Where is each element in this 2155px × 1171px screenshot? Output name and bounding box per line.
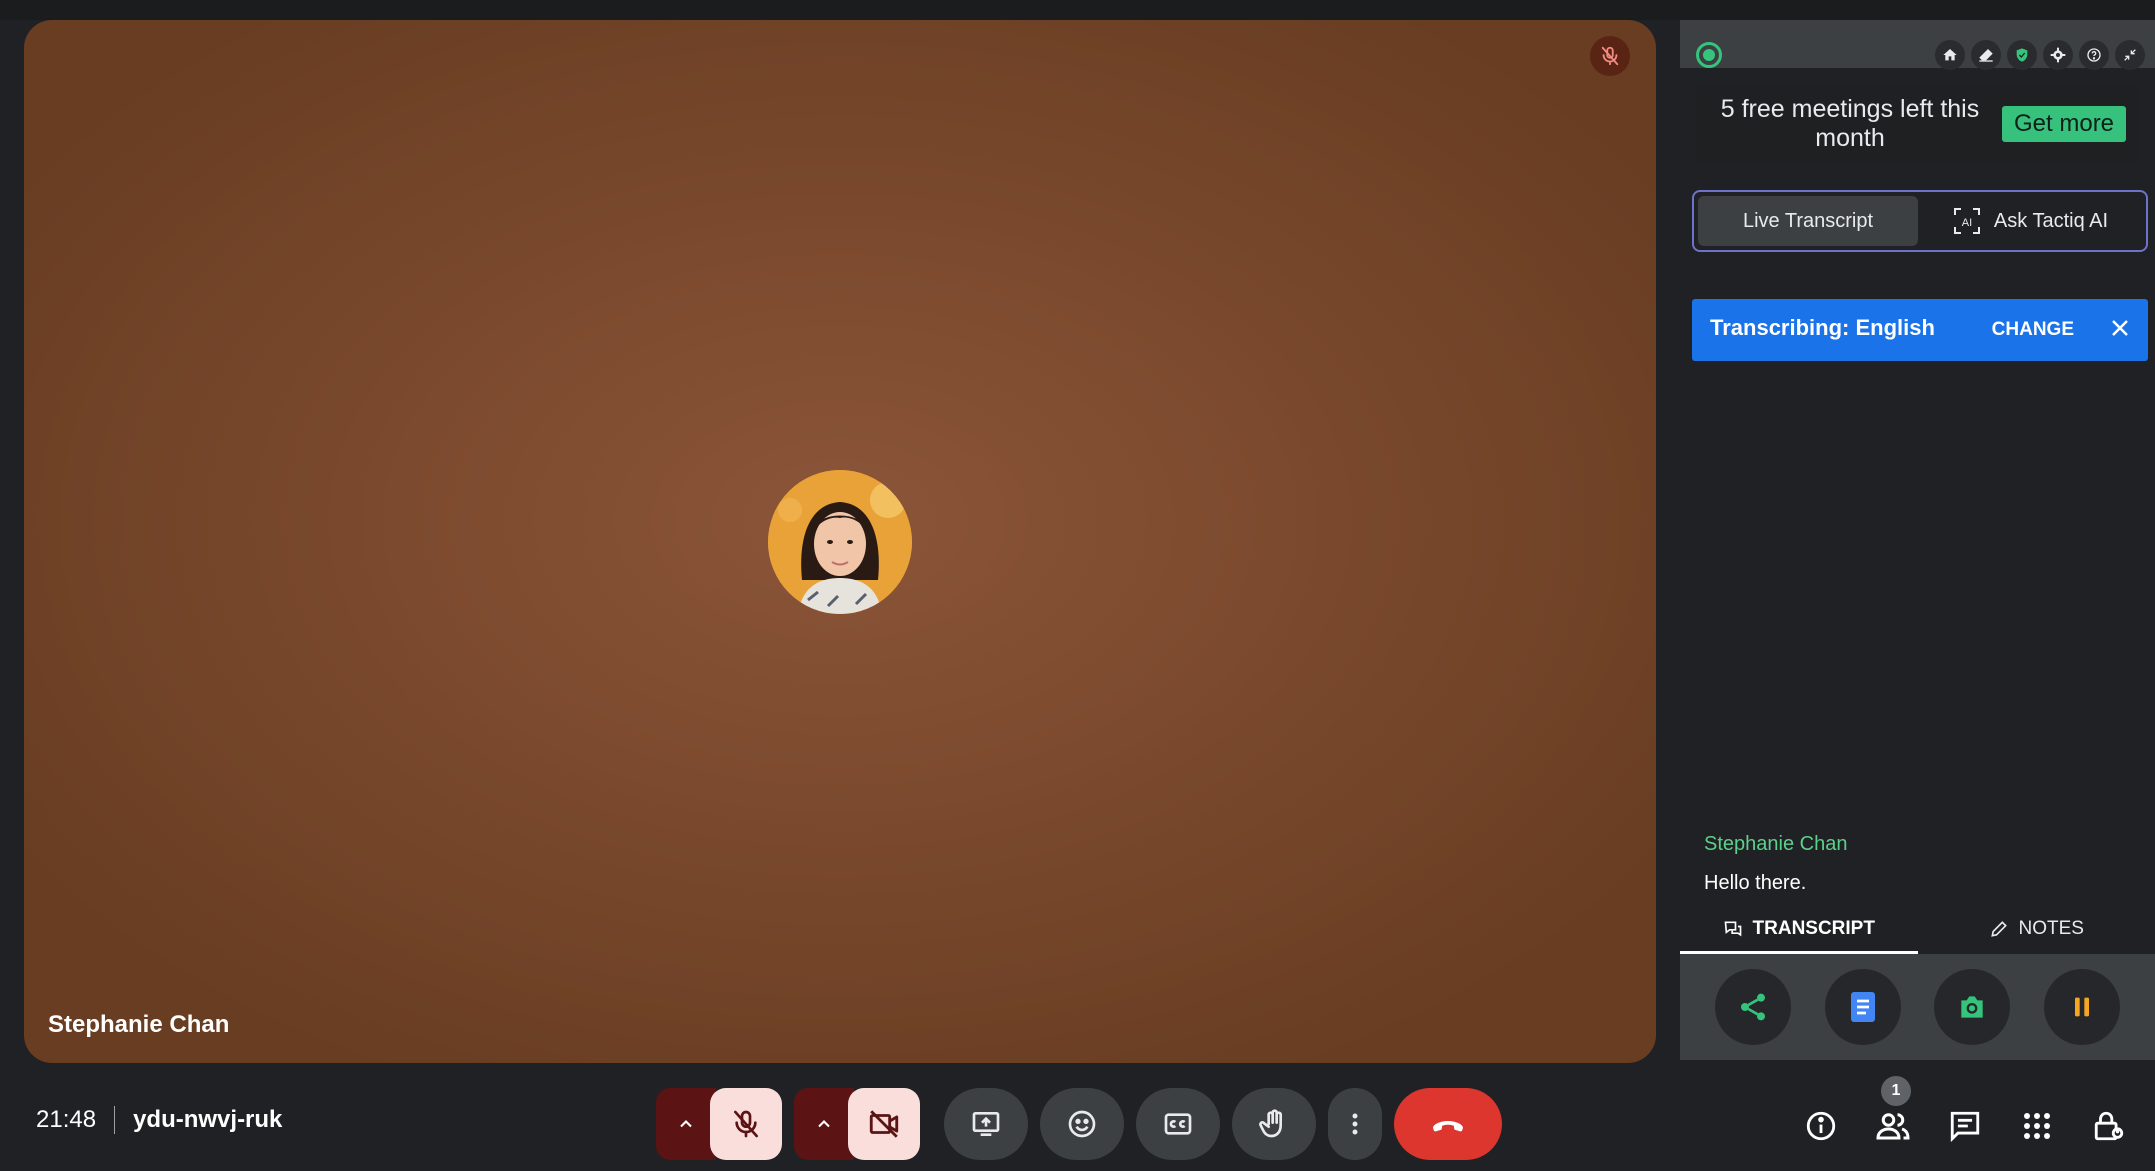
- more-vert-icon: [1352, 1113, 1358, 1135]
- more-options-button[interactable]: [1328, 1088, 1382, 1160]
- mode-switch: Live Transcript AI Ask Tactiq AI: [1692, 190, 2148, 252]
- pencil-icon: [1990, 921, 2007, 937]
- captions-icon: [1164, 1113, 1192, 1135]
- video-options-button[interactable]: [794, 1088, 854, 1160]
- reactions-button[interactable]: [1040, 1088, 1124, 1160]
- host-controls-button[interactable]: [2081, 1098, 2137, 1154]
- camera-control-group: [794, 1088, 920, 1160]
- divider: [114, 1106, 116, 1134]
- camera-toggle-button[interactable]: [848, 1088, 920, 1160]
- screenshot-button[interactable]: [1934, 969, 2011, 1045]
- apps-icon: [2024, 1113, 2050, 1139]
- tab-notes-label: NOTES: [2018, 918, 2084, 939]
- meeting-details-button[interactable]: [1793, 1098, 1849, 1154]
- meeting-code: ydu-nwvj-ruk: [133, 1106, 283, 1133]
- mic-off-icon: [734, 1110, 758, 1138]
- captions-button[interactable]: [1136, 1088, 1220, 1160]
- get-more-button[interactable]: Get more: [2002, 106, 2127, 142]
- camera-off-icon: [869, 1110, 899, 1138]
- transcribing-language-label: Transcribing: English: [1710, 315, 1935, 340]
- share-button[interactable]: [1714, 969, 1791, 1045]
- raise-hand-button[interactable]: [1232, 1088, 1316, 1160]
- raise-hand-icon: [1259, 1109, 1282, 1138]
- chat-icon: [1950, 1111, 1980, 1143]
- audio-options-button[interactable]: [656, 1088, 716, 1160]
- svg-text:AI: AI: [1962, 217, 1972, 229]
- close-banner-icon[interactable]: [2110, 318, 2130, 343]
- chevron-up-icon: [680, 1120, 692, 1128]
- people-icon: [1876, 1113, 1910, 1140]
- promo-text: 5 free meetings left this month: [1720, 95, 1980, 152]
- present-button[interactable]: [944, 1088, 1028, 1160]
- chat-button[interactable]: [1937, 1098, 1993, 1154]
- people-button[interactable]: 1: [1865, 1076, 1921, 1154]
- ai-scan-icon: AI: [1953, 208, 1980, 234]
- shield-icon[interactable]: [2007, 40, 2037, 70]
- participant-avatar: [768, 470, 912, 614]
- lock-person-icon: [2094, 1111, 2124, 1141]
- pause-button[interactable]: [2044, 969, 2121, 1045]
- gear-icon[interactable]: [2043, 40, 2073, 70]
- doc-icon: [1850, 992, 1875, 1022]
- tab-ask-tactiq-ai[interactable]: AI Ask Tactiq AI: [1918, 206, 2142, 236]
- call-controls: [656, 1088, 1502, 1160]
- tactiq-panel: 5 free meetings left this month Get more…: [1680, 20, 2155, 1060]
- tab-notes[interactable]: NOTES: [1918, 904, 2155, 954]
- ask-tactiq-label: Ask Tactiq AI: [1993, 209, 2109, 232]
- end-call-icon: [1433, 1121, 1463, 1132]
- emoji-icon: [1068, 1110, 1096, 1138]
- pause-icon: [2075, 997, 2090, 1017]
- google-doc-button[interactable]: [1824, 969, 1901, 1045]
- clock-time: 21:48: [36, 1106, 97, 1133]
- participant-tile[interactable]: Stephanie Chan: [24, 20, 1656, 1063]
- meeting-side-actions: 1: [1777, 1076, 2137, 1154]
- tile-mic-off-icon: [1590, 36, 1630, 76]
- change-language-button[interactable]: CHANGE: [1992, 319, 2074, 341]
- eraser-icon[interactable]: [1971, 40, 2001, 70]
- transcript-text: Hello there.: [1704, 872, 1807, 894]
- participant-name-label: Stephanie Chan: [48, 1011, 230, 1038]
- tab-live-transcript[interactable]: Live Transcript: [1698, 196, 1918, 246]
- tab-transcript-label: TRANSCRIPT: [1752, 918, 1875, 939]
- tab-transcript[interactable]: TRANSCRIPT: [1680, 904, 1918, 954]
- people-count-badge: 1: [1881, 1076, 1911, 1106]
- transcript-speaker: Stephanie Chan: [1704, 833, 1848, 855]
- camera-icon: [1961, 996, 1984, 1018]
- transcribing-banner: Transcribing: English CHANGE: [1692, 299, 2148, 361]
- meeting-info: 21:48 ydu-nwvj-ruk: [36, 1106, 282, 1134]
- info-icon: [1806, 1111, 1836, 1141]
- panel-toolbar: [1929, 40, 2145, 70]
- home-icon[interactable]: [1935, 40, 1965, 70]
- meet-app: Stephanie Chan 5 free meetings left this…: [0, 0, 2155, 1171]
- mic-toggle-button[interactable]: [710, 1088, 782, 1160]
- leave-call-button[interactable]: [1394, 1088, 1502, 1160]
- recording-indicator-icon: [1696, 42, 1722, 68]
- panel-header: [1680, 20, 2155, 70]
- activities-button[interactable]: [2009, 1098, 2065, 1154]
- chevron-up-icon: [818, 1120, 830, 1128]
- panel-bottom-tabs: TRANSCRIPT NOTES: [1680, 904, 2155, 954]
- help-icon[interactable]: [2079, 40, 2109, 70]
- top-strip: [0, 0, 2155, 20]
- collapse-icon[interactable]: [2115, 40, 2145, 70]
- transcript-icon: [1724, 921, 1741, 937]
- present-icon: [972, 1112, 1000, 1136]
- mic-control-group: [656, 1088, 782, 1160]
- share-icon: [1740, 993, 1765, 1021]
- free-meetings-promo: 5 free meetings left this month Get more: [1696, 84, 2140, 164]
- panel-actions: [1680, 954, 2155, 1060]
